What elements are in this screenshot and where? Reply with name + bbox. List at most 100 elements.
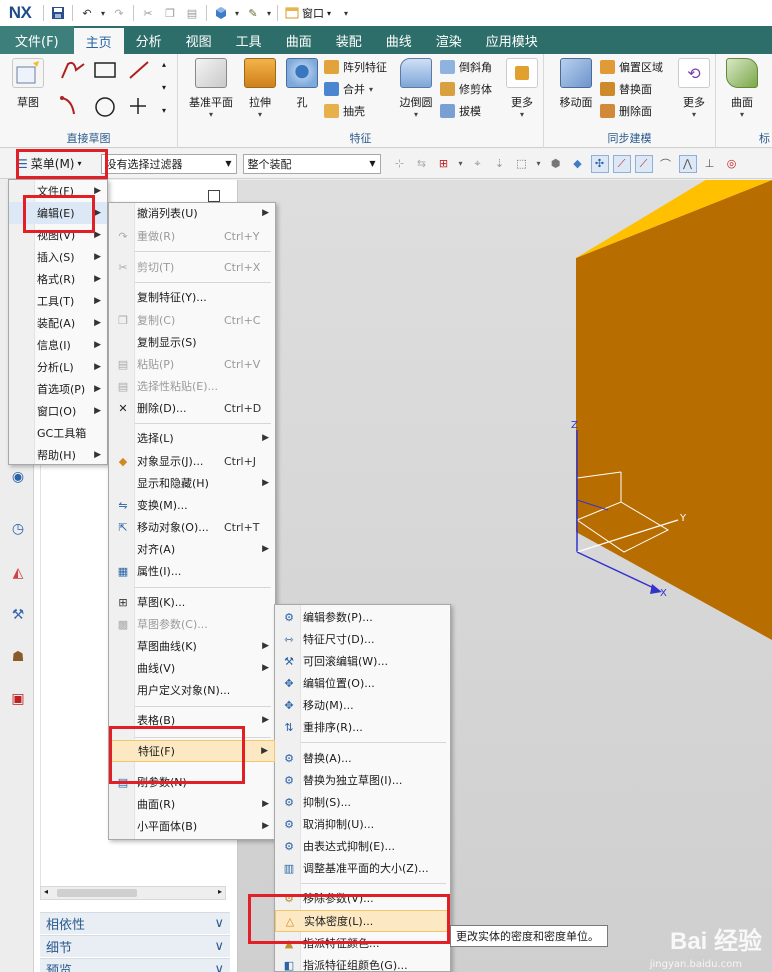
paste-icon[interactable]: ▤ <box>181 3 203 23</box>
edit-menu-item[interactable]: ⊞ 草图(K)... <box>109 591 275 613</box>
circle-tool[interactable] <box>94 96 116 118</box>
edit-menu-item[interactable]: 特征(F) ▶ <box>109 740 275 762</box>
tab-app-module[interactable]: 应用模块 <box>474 26 550 54</box>
line-tool[interactable] <box>128 60 150 80</box>
edit-menu-item[interactable]: 复制特征(Y)... <box>109 286 275 308</box>
menu-button[interactable]: ☰ 菜单(M) ▾ <box>12 153 87 175</box>
shell-button[interactable]: 抽壳 <box>324 103 365 119</box>
unite-button[interactable]: 合并 ▾ <box>324 81 373 97</box>
customize-icon[interactable]: ▾ <box>335 3 357 23</box>
edit-menu-item[interactable]: ⇱ 移动对象(O)... Ctrl+T <box>109 516 275 538</box>
select-region-icon[interactable]: ⊞ <box>435 155 453 173</box>
undo-icon[interactable]: ↶ <box>76 3 98 23</box>
main-menu-item[interactable]: 分析(L) ▶ <box>9 356 107 378</box>
snap-intersection-icon[interactable]: ⊥ <box>701 155 719 173</box>
system-materials-icon[interactable]: ▣ <box>7 688 29 710</box>
edit-menu-item[interactable]: 曲面(R) ▶ <box>109 793 275 815</box>
cut-icon[interactable]: ✂ <box>137 3 159 23</box>
save-icon[interactable] <box>47 3 69 23</box>
select-feature-icon[interactable]: ⊹ <box>391 155 409 173</box>
tab-home[interactable]: 主页 <box>73 28 124 54</box>
main-menu-item[interactable]: 信息(I) ▶ <box>9 334 107 356</box>
hole-button[interactable]: 孔 <box>280 58 324 110</box>
edit-menu-item[interactable]: 对齐(A) ▶ <box>109 538 275 560</box>
feature-more-button[interactable]: 更多 ▾ <box>500 58 544 119</box>
feature-menu-item[interactable]: △ 实体密度(L)... <box>275 910 450 932</box>
feature-menu-item[interactable]: ⚙ 移除参数(V)... <box>275 887 450 909</box>
scroll-left-icon[interactable]: ◂ <box>44 887 48 896</box>
feature-menu-item[interactable]: ▲ 指派特征颜色... <box>275 932 450 954</box>
main-menu-item[interactable]: 工具(T) ▶ <box>9 290 107 312</box>
dropdown-arrow-icon[interactable]: ▾ <box>232 3 242 23</box>
feature-menu-item[interactable]: ✥ 移动(M)... <box>275 694 450 716</box>
snap-control-icon[interactable]: ⋀ <box>678 154 697 173</box>
edge-blend-button[interactable]: 边倒圆 ▾ <box>394 58 438 119</box>
edit-menu-item[interactable]: ↷ 重做(R) Ctrl+Y <box>109 225 275 247</box>
tab-assembly[interactable]: 装配 <box>324 26 374 54</box>
selection-filter-select[interactable]: 没有选择过滤器 ▼ <box>100 153 237 174</box>
tab-analysis[interactable]: 分析 <box>124 26 174 54</box>
edit-menu-item[interactable]: 显示和隐藏(H) ▶ <box>109 472 275 494</box>
solid-cube-icon[interactable] <box>210 3 232 23</box>
tab-curve[interactable]: 曲线 <box>374 26 424 54</box>
select-solid-icon[interactable]: ⬢ <box>547 155 565 173</box>
pencil-icon[interactable]: ✎ <box>242 3 264 23</box>
snap-midpoint-icon[interactable]: ⟋ <box>634 154 653 173</box>
offset-region-button[interactable]: 偏置区域 <box>600 59 663 75</box>
feature-menu-item[interactable]: ⚙ 取消抑制(U)... <box>275 813 450 835</box>
tab-file[interactable]: 文件(F) <box>0 26 74 54</box>
feature-menu-item[interactable]: ⚙ 由表达式抑制(E)... <box>275 835 450 857</box>
extrude-button[interactable]: 拉伸 ▾ <box>238 58 282 119</box>
edit-menu-item[interactable]: 撤消列表(U) ▶ <box>109 202 275 224</box>
dropdown-arrow-icon[interactable]: ▾ <box>264 3 274 23</box>
edit-menu-item[interactable]: 表格(B) ▶ <box>109 709 275 731</box>
edit-menu-item[interactable]: ⇋ 变换(M)... <box>109 494 275 516</box>
trim-body-button[interactable]: 修剪体 <box>440 81 492 97</box>
snap-center-icon[interactable]: ◎ <box>723 155 741 173</box>
dropdown-arrow-icon[interactable]: ▾ <box>98 3 108 23</box>
main-menu-item[interactable]: GC工具箱 <box>9 422 107 444</box>
feature-menu-item[interactable]: ⇿ 特征尺寸(D)... <box>275 628 450 650</box>
sketch-gallery-arrows[interactable]: ▴ ▾ ▾ <box>162 60 166 115</box>
edit-menu-item[interactable]: 小平面体(B) ▶ <box>109 815 275 837</box>
window-menu[interactable]: 窗口 ▾ <box>281 5 335 21</box>
panel-close-icon[interactable] <box>208 190 220 202</box>
feature-menu-item[interactable]: ⚙ 抑制(S)... <box>275 791 450 813</box>
feature-menu-item[interactable]: ✥ 编辑位置(O)... <box>275 672 450 694</box>
tab-render[interactable]: 渲染 <box>424 26 474 54</box>
edit-menu-item[interactable]: ✕ 删除(D)... Ctrl+D <box>109 397 275 419</box>
main-menu-item[interactable]: 窗口(O) ▶ <box>9 400 107 422</box>
feature-menu-item[interactable]: ▥ 调整基准平面的大小(Z)... <box>275 857 450 879</box>
web-browser-icon[interactable]: ◉ <box>7 466 29 488</box>
snap-endpoint-icon[interactable]: ✣ <box>590 154 609 173</box>
main-menu-item[interactable]: 首选项(P) ▶ <box>9 378 107 400</box>
selection-scope-select[interactable]: 整个装配 ▼ <box>242 153 381 174</box>
edit-menu-item[interactable]: 选择(L) ▶ <box>109 427 275 449</box>
main-menu-item[interactable]: 视图(V) ▶ <box>9 224 107 246</box>
edit-menu-item[interactable]: ▦ 属性(I)... <box>109 560 275 582</box>
main-menu-item[interactable]: 插入(S) ▶ <box>9 246 107 268</box>
tab-view[interactable]: 视图 <box>174 26 224 54</box>
select-arrows-icon[interactable]: ⇆ <box>413 155 431 173</box>
draft-button[interactable]: 拔模 <box>440 103 481 119</box>
point-tool[interactable] <box>128 96 148 116</box>
delete-face-button[interactable]: 删除面 <box>600 103 652 119</box>
main-menu-item[interactable]: 帮助(H) ▶ <box>9 444 107 466</box>
edit-menu-item[interactable]: ▤ 粘贴(P) Ctrl+V <box>109 353 275 375</box>
chamfer-button[interactable]: 倒斜角 <box>440 59 492 75</box>
redo-icon[interactable]: ↷ <box>108 3 130 23</box>
role-icon[interactable]: ☗ <box>7 646 29 668</box>
copy-icon[interactable]: ❐ <box>159 3 181 23</box>
dependency-section[interactable]: 相依性 ∨ <box>40 912 230 934</box>
surface-button[interactable]: 曲面 ▾ <box>720 58 764 119</box>
move-face-button[interactable]: 移动面 <box>554 58 598 110</box>
details-section[interactable]: 细节 ∨ <box>40 935 230 957</box>
datum-plane-button[interactable]: 基准平面 ▾ <box>186 58 236 119</box>
edit-menu-item[interactable]: 用户定义对象(N)... <box>109 679 275 701</box>
edit-menu-item[interactable]: ▤ 选择性粘贴(E)... <box>109 375 275 397</box>
edit-menu-item[interactable]: 复制显示(S) <box>109 331 275 353</box>
preview-section[interactable]: 预览 ∨ <box>40 958 230 972</box>
main-menu-item[interactable]: 格式(R) ▶ <box>9 268 107 290</box>
rectangle-tool[interactable] <box>94 62 116 78</box>
select-rectangle-icon[interactable]: ⬚ <box>513 155 531 173</box>
